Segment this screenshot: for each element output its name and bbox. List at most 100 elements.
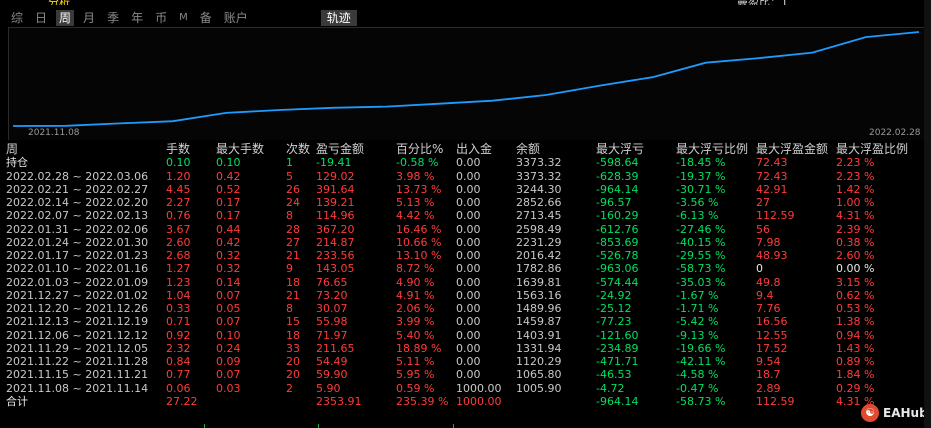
cell-max-fp-pct: 0.38 % xyxy=(836,235,875,249)
table-row[interactable]: 2021.11.22 ~ 2021.11.28 0.84 0.09 20 54.49 5.… xyxy=(0,355,931,368)
eahub-logo-icon: ☯ xyxy=(861,404,879,422)
cell-max-dd-pct: -29.55 % xyxy=(676,249,726,262)
cell-io: 0.00 xyxy=(456,196,481,209)
tab-quarter[interactable]: 季 xyxy=(104,10,122,26)
equity-chart xyxy=(8,27,925,140)
cell-max-fp: 7.98 xyxy=(756,235,781,249)
cell-io: 1000.00 xyxy=(456,381,502,395)
cell-max-fp-pct: 4.31 % xyxy=(836,209,875,223)
table-row[interactable]: 2021.12.06 ~ 2021.12.12 0.92 0.10 18 71.97 5.… xyxy=(0,329,931,342)
cell-max-dd: -25.12 xyxy=(596,302,632,315)
cell-pl: 143.05 xyxy=(316,262,355,276)
cell-max-fp: 9.4 xyxy=(756,288,774,302)
table-row[interactable]: 2021.12.13 ~ 2021.12.19 0.71 0.07 15 55.98 3.… xyxy=(0,315,931,328)
table-row[interactable]: 2022.01.03 ~ 2022.01.09 1.23 0.14 18 76.65 4.… xyxy=(0,276,931,289)
tab-year[interactable]: 年 xyxy=(128,10,146,26)
cell-pl: 55.98 xyxy=(316,315,348,329)
total-row[interactable]: 合计 27.22 2353.91 235.39 % 1000.00 -964.14 -58.… xyxy=(0,395,931,408)
table-row[interactable]: 2022.01.10 ~ 2022.01.16 1.27 0.32 9 143.05 8.… xyxy=(0,262,931,275)
cell-max-lots: 最大手数 xyxy=(216,142,265,156)
tab-currency[interactable]: 币 xyxy=(152,10,170,26)
cell-pl: -19.41 xyxy=(316,156,352,170)
cell-week: 2022.02.28 ~ 2022.03.06 xyxy=(6,169,149,183)
holding-row[interactable]: 持仓 0.10 0.10 1 -19.41 -0.58 % 0.00 3373.32 -598.… xyxy=(0,156,931,169)
cell-count: 8 xyxy=(286,209,293,223)
cell-max-fp-pct: 0.00 % xyxy=(836,262,875,276)
tab-week[interactable]: 周 xyxy=(56,10,75,26)
eahub-logo: ☯ EAHub xyxy=(861,402,931,424)
table-row[interactable]: 2021.11.15 ~ 2021.11.21 0.77 0.07 20 59.90 5.… xyxy=(0,368,931,381)
cell-lots: 4.45 xyxy=(166,182,191,196)
chart-x-start-label: 2021.11.08 xyxy=(28,128,80,138)
cell-max-dd: -612.76 xyxy=(596,222,639,236)
cell-max-lots: 0.17 xyxy=(216,196,241,209)
cell-pl: 233.56 xyxy=(316,249,355,262)
table-row[interactable]: 2021.12.20 ~ 2021.12.26 0.33 0.05 8 30.07 2.0… xyxy=(0,302,931,315)
cell-max-dd-pct: -30.71 % xyxy=(676,182,726,196)
table-row[interactable]: 2022.02.07 ~ 2022.02.13 0.76 0.17 8 114.96 4.… xyxy=(0,209,931,222)
cell-max-lots: 0.32 xyxy=(216,249,241,262)
table-row[interactable]: 2022.02.14 ~ 2022.02.20 2.27 0.17 24 139.21 5… xyxy=(0,196,931,209)
tab-account[interactable]: 账户 xyxy=(221,10,251,26)
tab-month[interactable]: 月 xyxy=(80,10,98,26)
cell-max-dd: 最大浮亏 xyxy=(596,142,645,156)
cell-pct: 0.59 % xyxy=(396,381,435,395)
bottom-tick xyxy=(453,424,454,428)
cell-max-dd-pct: -58.73 % xyxy=(676,394,726,408)
cell-io: 0.00 xyxy=(456,302,481,315)
cell-pct: 2.06 % xyxy=(396,302,435,315)
cell-max-dd: -24.92 xyxy=(596,288,632,302)
cell-balance: 1489.96 xyxy=(516,302,562,315)
cell-max-lots: 0.24 xyxy=(216,341,241,355)
cell-balance: 1782.86 xyxy=(516,262,562,276)
cell-lots: 0.76 xyxy=(166,209,191,223)
tab-summary[interactable]: 综 xyxy=(8,10,26,26)
top-bar: 分析 曼盈比：1 综 日 周 月 季 年 币 M 备 账户 轨迹 xyxy=(0,0,931,27)
cell-count: 27 xyxy=(286,235,300,249)
cell-io: 0.00 xyxy=(456,262,481,276)
cell-max-dd-pct: -5.42 % xyxy=(676,315,719,329)
cell-max-fp-pct: 2.23 % xyxy=(836,156,875,170)
cell-count: 20 xyxy=(286,368,300,382)
cell-max-fp-pct: 最大浮盈比例 xyxy=(836,142,909,156)
cell-max-dd: -471.71 xyxy=(596,355,639,368)
right-scrollbar[interactable] xyxy=(924,0,931,428)
table-row[interactable]: 2022.01.31 ~ 2022.02.06 3.67 0.44 28 367.20 1… xyxy=(0,223,931,236)
cell-max-fp: 7.76 xyxy=(756,302,781,315)
cell-max-lots: 0.44 xyxy=(216,222,241,236)
tab-m[interactable]: M xyxy=(176,10,191,26)
table-header[interactable]: 周 手数 最大手数 次数 盈亏金额 百分比% 出入金 余额 最大浮亏 最大浮亏比例 最大浮盈金额 最大… xyxy=(0,143,931,156)
cell-io: 0.00 xyxy=(456,156,481,170)
bottom-tick xyxy=(204,424,205,428)
table-row[interactable]: 2022.02.21 ~ 2022.02.27 4.45 0.52 26 391.64 1… xyxy=(0,183,931,196)
table-row[interactable]: 2021.11.08 ~ 2021.11.14 0.06 0.03 2 5.90 0.59… xyxy=(0,382,931,395)
cell-pl: 盈亏金额 xyxy=(316,142,365,156)
cell-max-fp: 49.8 xyxy=(756,275,781,289)
cell-max-lots: 0.42 xyxy=(216,169,241,183)
table-row[interactable]: 2021.11.29 ~ 2021.12.05 2.32 0.24 33 211.65 1… xyxy=(0,342,931,355)
cell-pl: 114.96 xyxy=(316,209,355,223)
cell-pct: 13.73 % xyxy=(396,182,442,196)
cell-io: 0.00 xyxy=(456,315,481,329)
cell-pct: 5.95 % xyxy=(396,368,435,382)
cell-max-fp: 12.55 xyxy=(756,328,788,342)
cell-lots: 0.92 xyxy=(166,328,191,342)
cell-max-fp: 最大浮盈金额 xyxy=(756,142,829,156)
cell-max-dd: -964.14 xyxy=(596,182,639,196)
cell-max-dd-pct: -35.03 % xyxy=(676,275,726,289)
table-row[interactable]: 2022.02.28 ~ 2022.03.06 1.20 0.42 5 129.02 3.… xyxy=(0,170,931,183)
tab-day[interactable]: 日 xyxy=(32,10,50,26)
table-row[interactable]: 2022.01.17 ~ 2022.01.23 2.68 0.32 21 233.56 1… xyxy=(0,249,931,262)
cell-max-fp-pct: 1.43 % xyxy=(836,341,875,355)
cell-balance: 1403.91 xyxy=(516,328,562,342)
table-row[interactable]: 2021.12.27 ~ 2022.01.02 1.04 0.07 21 73.20 4.… xyxy=(0,289,931,302)
cell-week: 周 xyxy=(6,142,19,156)
table-row[interactable]: 2022.01.24 ~ 2022.01.30 2.60 0.42 27 214.87 1… xyxy=(0,236,931,249)
cell-week: 2021.11.08 ~ 2021.11.14 xyxy=(6,381,149,395)
cell-max-dd: -121.60 xyxy=(596,328,639,342)
cell-week: 2021.12.20 ~ 2021.12.26 xyxy=(6,302,149,315)
cell-week: 持仓 xyxy=(6,156,28,170)
tab-note[interactable]: 备 xyxy=(197,10,215,26)
cell-max-fp: 18.7 xyxy=(756,368,781,382)
tab-track[interactable]: 轨迹 xyxy=(320,10,357,26)
